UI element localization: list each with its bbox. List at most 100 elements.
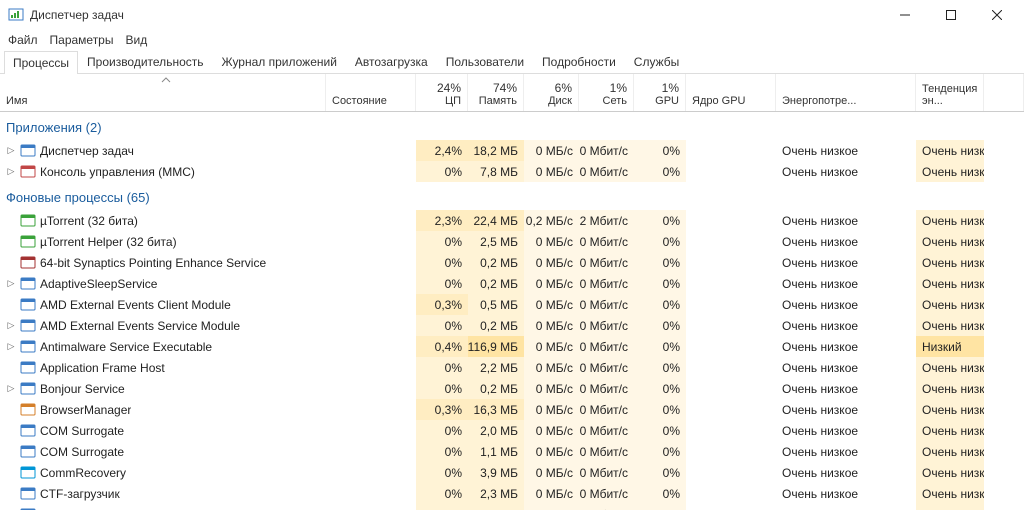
process-cpu: 0% [416,231,468,252]
process-state [326,161,416,182]
tab-services[interactable]: Службы [625,50,688,73]
process-power: Очень низкое [776,441,916,462]
process-cpu: 0% [416,378,468,399]
process-memory: 0,1 МБ [468,504,524,510]
header-net[interactable]: 1%Сеть [579,74,634,111]
process-row[interactable]: 64-bit Synaptics Pointing Enhance Servic… [0,252,1024,273]
header-power[interactable]: Энергопотре... [776,74,916,111]
process-icon [20,507,36,510]
process-row[interactable]: COM Surrogate0%2,0 МБ0 МБ/с0 Мбит/с0%Оче… [0,420,1024,441]
expand-icon[interactable]: ▷ [6,166,16,177]
tab-apphistory[interactable]: Журнал приложений [213,50,346,73]
process-icon [20,381,36,397]
process-name: Bonjour Service [40,382,125,396]
process-power: Очень низкое [776,161,916,182]
process-icon [20,276,36,292]
group-apps[interactable]: Приложения (2) [0,112,1024,140]
process-disk: 0 МБ/с [524,336,579,357]
menu-options[interactable]: Параметры [50,33,114,47]
expand-icon[interactable]: ▷ [6,383,16,394]
process-gpuengine [686,315,776,336]
header-memory[interactable]: 74%Память [468,74,524,111]
process-row[interactable]: ▷Antimalware Service Executable0,4%116,9… [0,336,1024,357]
expand-icon[interactable]: ▷ [6,341,16,352]
process-gpu: 0% [634,252,686,273]
menubar: Файл Параметры Вид [0,30,1024,50]
minimize-button[interactable] [882,0,928,30]
process-net: 0 Мбит/с [579,378,634,399]
expand-icon[interactable]: ▷ [6,145,16,156]
tab-performance[interactable]: Производительность [78,50,212,73]
header-gpu[interactable]: 1%GPU [634,74,686,111]
process-memory: 0,2 МБ [468,273,524,294]
process-disk: 0 МБ/с [524,462,579,483]
header-state[interactable]: Состояние [326,74,416,111]
process-icon [20,339,36,355]
header-disk[interactable]: 6%Диск [524,74,579,111]
process-disk: 0,2 МБ/с [524,210,579,231]
process-trend: Очень низкое [916,462,984,483]
row-blank [984,357,1024,378]
process-row[interactable]: BrowserManager0,3%16,3 МБ0 МБ/с0 Мбит/с0… [0,399,1024,420]
process-cpu: 0% [416,161,468,182]
process-name-cell: AMD External Events Client Module [0,294,326,315]
process-row[interactable]: µTorrent (32 бита)2,3%22,4 МБ0,2 МБ/с1,2… [0,210,1024,231]
process-disk: 0 МБ/с [524,378,579,399]
tab-users[interactable]: Пользователи [437,50,533,73]
process-power: Очень низкое [776,462,916,483]
process-state [326,420,416,441]
process-name-cell: COM Surrogate [0,420,326,441]
expand-icon[interactable]: ▷ [6,320,16,331]
group-background[interactable]: Фоновые процессы (65) [0,182,1024,210]
process-row[interactable]: CommRecovery0%3,9 МБ0 МБ/с0 Мбит/с0%Очен… [0,462,1024,483]
header-gpuengine[interactable]: Ядро GPU [686,74,776,111]
process-gpuengine [686,483,776,504]
maximize-button[interactable] [928,0,974,30]
process-disk: 0 МБ/с [524,504,579,510]
process-row[interactable]: ▷AdaptiveSleepService0%0,2 МБ0 МБ/с0 Мби… [0,273,1024,294]
process-power: Очень низкое [776,399,916,420]
process-row[interactable]: ▷Bonjour Service0%0,2 МБ0 МБ/с0 Мбит/с0%… [0,378,1024,399]
process-list[interactable]: Приложения (2) ▷Диспетчер задач2,4%18,2 … [0,112,1024,510]
process-row[interactable]: AMD External Events Client Module0,3%0,5… [0,294,1024,315]
process-icon [20,164,36,180]
process-gpuengine [686,294,776,315]
process-row[interactable]: ▷Диспетчер задач2,4%18,2 МБ0 МБ/с0 Мбит/… [0,140,1024,161]
process-name: Application Frame Host [40,361,165,375]
process-state [326,441,416,462]
expand-icon[interactable]: ▷ [6,278,16,289]
process-icon [20,402,36,418]
process-gpuengine [686,399,776,420]
process-memory: 3,9 МБ [468,462,524,483]
process-row[interactable]: COM Surrogate0%1,1 МБ0 МБ/с0 Мбит/с0%Оче… [0,441,1024,462]
header-trend[interactable]: Тенденция эн... [916,74,984,111]
process-gpu: 0% [634,140,686,161]
row-blank [984,483,1024,504]
row-blank [984,462,1024,483]
process-gpuengine [686,273,776,294]
process-name: µTorrent (32 бита) [40,214,138,228]
process-name: Antimalware Service Executable [40,340,212,354]
process-icon [20,213,36,229]
row-blank [984,210,1024,231]
process-trend: Очень низкое [916,441,984,462]
process-trend: Очень низкое [916,140,984,161]
menu-file[interactable]: Файл [8,33,38,47]
tab-details[interactable]: Подробности [533,50,625,73]
process-disk: 0 МБ/с [524,140,579,161]
process-net: 0 Мбит/с [579,231,634,252]
menu-view[interactable]: Вид [125,33,147,47]
process-row[interactable]: ▷AMD External Events Service Module0%0,2… [0,315,1024,336]
tab-processes[interactable]: Процессы [4,51,78,74]
process-net: 0 Мбит/с [579,462,634,483]
process-row[interactable]: CTF-загрузчик0%2,3 МБ0 МБ/с0 Мбит/с0%Оче… [0,483,1024,504]
close-button[interactable] [974,0,1020,30]
process-row[interactable]: Application Frame Host0%2,2 МБ0 МБ/с0 Мб… [0,357,1024,378]
header-cpu[interactable]: 24%ЦП [416,74,468,111]
process-disk: 0 МБ/с [524,252,579,273]
process-row[interactable]: ▷Device Association Framework Provider H… [0,504,1024,510]
process-row[interactable]: µTorrent Helper (32 бита)0%2,5 МБ0 МБ/с0… [0,231,1024,252]
process-row[interactable]: ▷Консоль управления (MMC)0%7,8 МБ0 МБ/с0… [0,161,1024,182]
tab-startup[interactable]: Автозагрузка [346,50,437,73]
header-blank [984,74,1024,111]
